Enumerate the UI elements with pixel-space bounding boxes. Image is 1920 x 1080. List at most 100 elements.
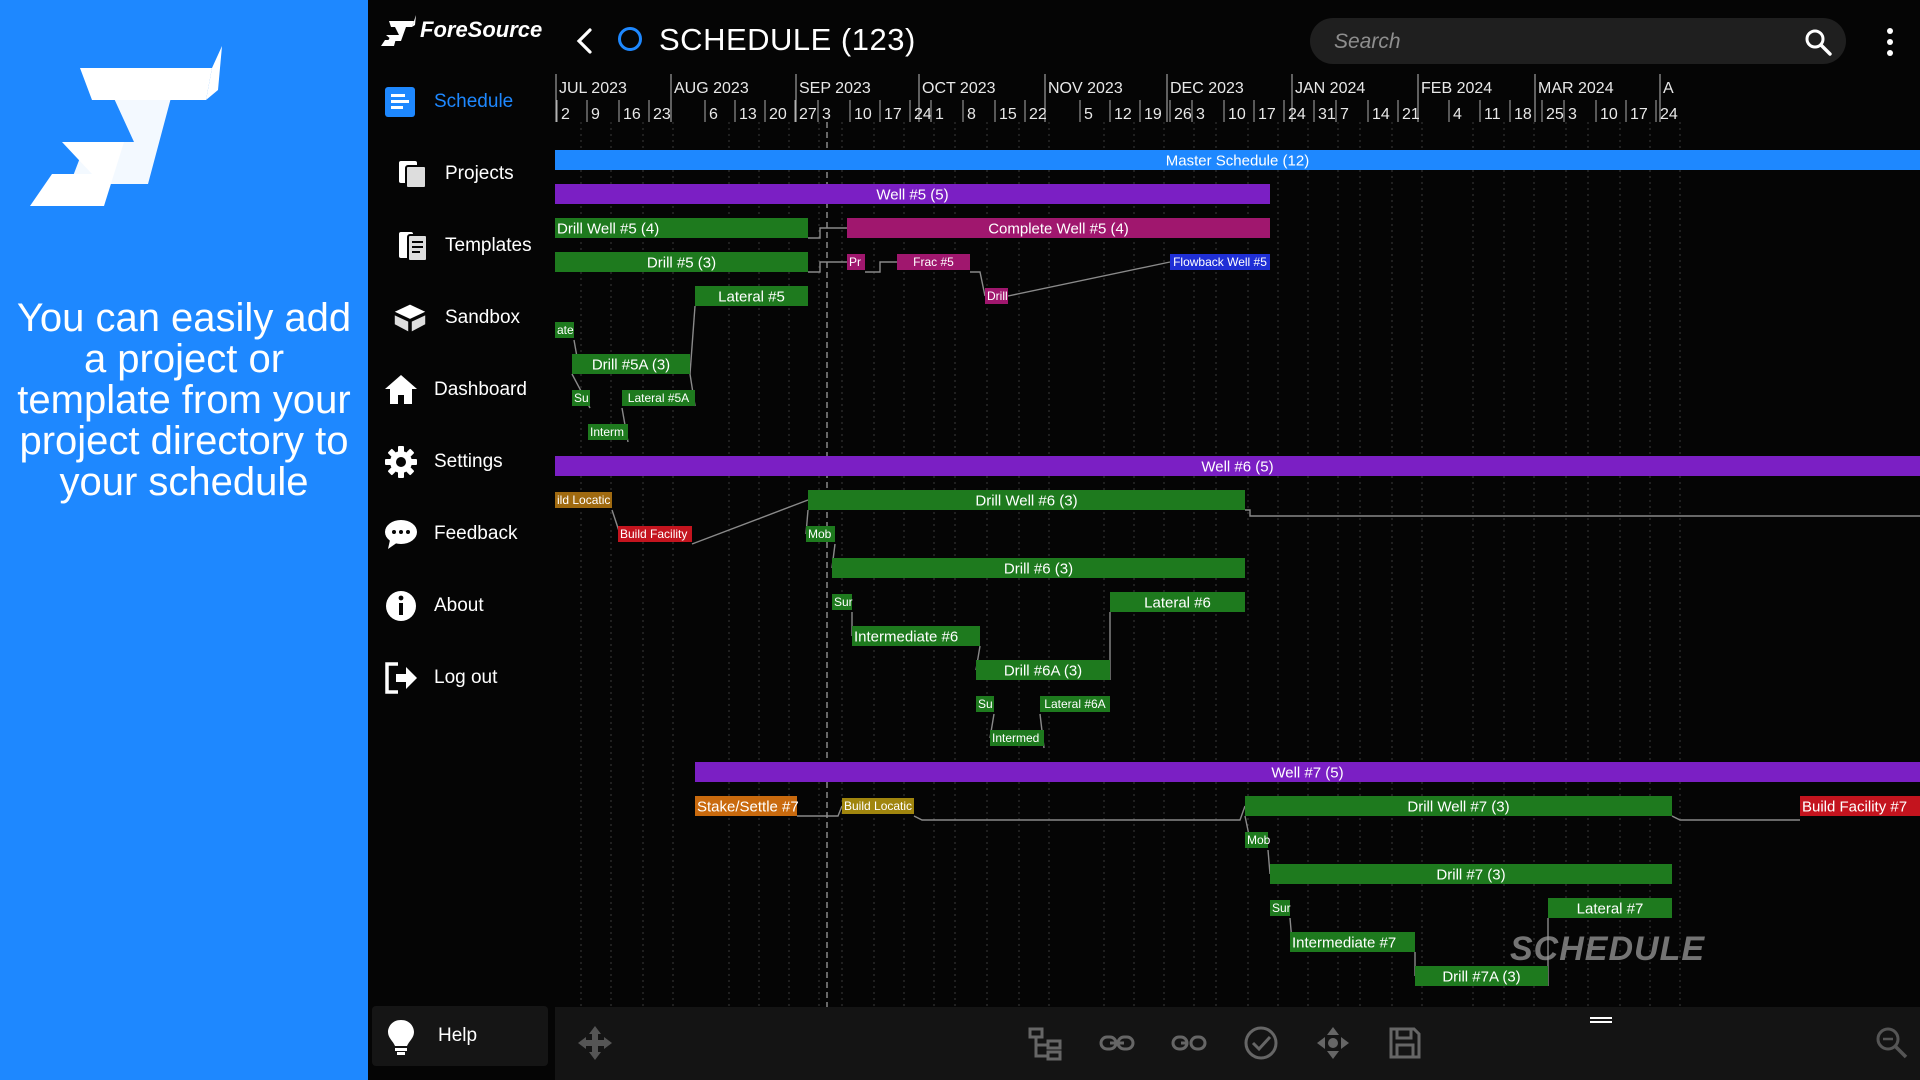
week-label: 6 [709,106,718,123]
task-label: Lateral #5A [628,391,689,405]
week-label: 10 [854,106,872,123]
task-bar[interactable]: Drill [985,288,1008,304]
dependency-line [689,305,696,375]
task-bar[interactable]: Intermed [990,730,1044,746]
task-bar[interactable]: Intermediate #6 [852,626,980,646]
task-bar[interactable]: Interm [588,424,628,440]
task-bar[interactable]: Su [572,390,590,406]
week-label: 26 [1174,106,1192,123]
task-bar[interactable]: Lateral #6 [1110,592,1245,612]
task-bar[interactable]: ate [555,322,574,338]
brand-name: ForeSource [420,17,543,42]
save-icon[interactable] [1387,1025,1423,1061]
task-bar[interactable]: Sur [832,594,853,610]
help-button[interactable]: Help [372,1006,548,1066]
move-icon[interactable] [577,1025,613,1061]
task-bar[interactable]: Drill Well #6 (3) [808,490,1245,510]
task-label: Intermediate #7 [1292,935,1396,952]
task-bar[interactable]: Drill #5A (3) [572,354,690,374]
task-bar[interactable]: Well #5 (5) [555,184,1270,204]
task-bar[interactable]: Lateral #5A [622,390,695,406]
task-label: Drill Well #5 (4) [557,221,659,238]
task-bar[interactable]: Su [976,696,994,712]
sidebar-item-sandbox[interactable]: Sandbox [368,292,552,344]
help-label: Help [438,1025,478,1046]
task-label: Lateral #5 [718,289,785,306]
task-bar[interactable]: Drill #5 (3) [555,252,808,272]
task-bar[interactable]: Sur [1270,900,1291,916]
task-bar[interactable]: ild Locatic [555,492,612,508]
week-label: 18 [1514,106,1532,123]
sidebar-item-dashboard[interactable]: Dashboard [368,364,552,416]
task-bar[interactable]: Master Schedule (12) [555,150,1920,170]
hierarchy-icon[interactable] [1027,1025,1063,1061]
task-bar[interactable]: Mob [806,526,835,542]
lightbulb-icon [388,1020,414,1055]
more-menu-icon[interactable] [1884,26,1896,58]
week-label: 24 [1660,106,1678,123]
unlink-icon[interactable] [1171,1025,1207,1061]
promo-panel: You can easily add a project or template… [0,0,368,1080]
task-label: Drill #5 (3) [647,255,716,272]
task-bar[interactable]: Drill #7 (3) [1270,864,1672,884]
task-bar[interactable]: Drill Well #7 (3) [1245,796,1672,816]
task-bar[interactable]: Build Locatic [842,798,914,814]
zoom-icon[interactable] [1874,1025,1910,1061]
task-bar[interactable]: Drill #6 (3) [832,558,1245,578]
task-label: Intermediate #6 [854,629,958,646]
sidebar-item-schedule[interactable]: Schedule [368,76,552,128]
link-icon[interactable] [1099,1025,1135,1061]
sidebar-item-label: Log out [434,667,498,688]
home-icon [385,375,417,404]
task-bar[interactable]: Pr [847,254,865,270]
month-label: AUG 2023 [674,80,749,97]
dependency-line [970,271,986,297]
sidebar-item-about[interactable]: About [368,580,552,632]
task-bar[interactable]: Complete Well #5 (4) [847,218,1270,238]
task-bar[interactable]: Drill Well #5 (4) [555,218,808,238]
sidebar-item-templates[interactable]: Templates [368,220,552,272]
sidebar-item-label: Sandbox [445,307,521,328]
task-bar[interactable]: Intermediate #7 [1290,932,1415,952]
search-icon[interactable] [1804,28,1832,56]
dependency-line [1267,849,1271,875]
week-label: 16 [623,106,641,123]
search-bar [1310,18,1846,64]
check-circle-icon[interactable] [1243,1025,1279,1061]
sidebar-item-feedback[interactable]: Feedback [368,508,552,560]
task-label: Build Facility #7 [1802,799,1907,816]
task-label: Mob [1247,833,1271,847]
task-label: ate [557,323,574,337]
task-bar[interactable]: Stake/Settle #7 [695,796,799,816]
week-label: 3 [822,106,831,123]
task-bar[interactable]: Flowback Well #5 [1170,254,1270,270]
search-input[interactable] [1332,26,1796,58]
pan-icon[interactable] [1315,1025,1351,1061]
info-icon [386,591,416,621]
task-bar[interactable]: Well #6 (5) [555,456,1920,476]
task-bar[interactable]: Mob [1245,832,1271,848]
task-bar[interactable]: Lateral #7 [1548,898,1672,918]
month-label: SEP 2023 [799,80,871,97]
task-bar[interactable]: Build Facility [618,526,692,542]
task-bar[interactable]: Drill #6A (3) [976,660,1110,680]
sidebar-item-label: Dashboard [434,379,527,400]
task-bar[interactable]: Build Facility #7 [1800,796,1920,816]
status-circle-icon [618,27,642,51]
task-bar[interactable]: Well #7 (5) [695,762,1920,782]
task-label: Build Locatic [844,799,912,813]
week-label: 4 [1453,106,1462,123]
drag-handle-icon[interactable] [1590,1017,1612,1023]
sidebar-item-logout[interactable]: Log out [368,652,552,704]
task-label: Lateral #6 [1144,595,1211,612]
promo-caption: You can easily add a project or template… [16,296,352,504]
sidebar-item-projects[interactable]: Projects [368,148,552,200]
task-bar[interactable]: Lateral #6A [1040,696,1110,712]
sidebar-item-settings[interactable]: Settings [368,436,552,488]
brand-logo: ForeSource [380,12,542,48]
task-bar[interactable]: Drill #7A (3) [1415,966,1548,986]
task-bar[interactable]: Lateral #5 [695,286,808,306]
back-arrow-icon[interactable] [570,24,600,58]
task-label: Master Schedule (12) [1166,153,1309,170]
task-bar[interactable]: Frac #5 [897,254,970,270]
